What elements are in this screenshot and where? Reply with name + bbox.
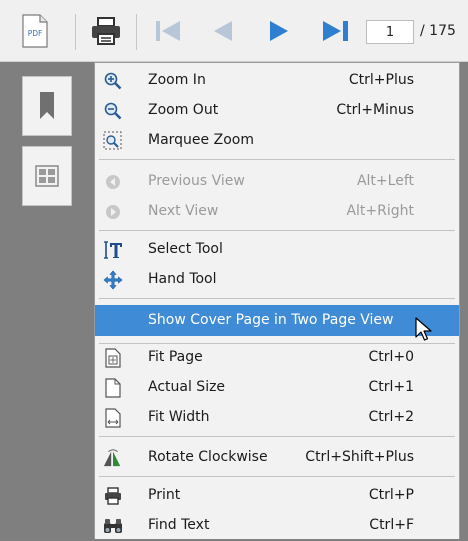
menu-item-shortcut: Alt+Left bbox=[356, 173, 414, 189]
menu-item-shortcut: Ctrl+2 bbox=[368, 409, 414, 425]
mouse-cursor-icon bbox=[415, 317, 433, 347]
previous-page-icon[interactable] bbox=[208, 10, 238, 52]
menu-item-label: Print bbox=[148, 487, 181, 503]
menu-item-shortcut: Ctrl+F bbox=[369, 517, 414, 533]
menu-item-shortcut: Ctrl+Plus bbox=[348, 72, 414, 88]
menu-item-label: Actual Size bbox=[148, 379, 226, 395]
find-text-icon bbox=[103, 517, 123, 535]
left-side-panel bbox=[0, 62, 94, 539]
zoom-in-icon bbox=[103, 72, 123, 90]
menu-item-label: Fit Width bbox=[148, 409, 210, 425]
menu-item-shortcut: Ctrl+Shift+Plus bbox=[305, 449, 414, 465]
toolbar-divider bbox=[136, 14, 137, 50]
hand-tool-icon bbox=[103, 270, 123, 290]
select-tool-icon bbox=[103, 241, 123, 259]
fit-width-icon bbox=[103, 408, 123, 428]
menu-separator bbox=[99, 476, 455, 477]
menu-item-label: Marquee Zoom bbox=[148, 132, 254, 148]
menu-item-show-cover-page[interactable]: Show Cover Page in Two Page View bbox=[95, 305, 459, 336]
bookmark-icon[interactable] bbox=[22, 76, 72, 136]
menu-item-label: Previous View bbox=[148, 173, 245, 189]
menu-item-shortcut: Ctrl+1 bbox=[368, 379, 414, 395]
page-total-label: / 175 bbox=[420, 23, 456, 39]
zoom-out-icon bbox=[103, 102, 123, 120]
menu-item-label: Next View bbox=[148, 203, 219, 219]
menu-item-shortcut: Alt+Right bbox=[346, 203, 414, 219]
menu-separator bbox=[99, 436, 455, 437]
pdf-icon-label: PDF bbox=[28, 29, 43, 38]
menu-item-rotate-clockwise[interactable]: Rotate Clockwise Ctrl+Shift+Plus bbox=[95, 443, 459, 473]
menu-item-label: Hand Tool bbox=[148, 271, 217, 287]
menu-item-label: Zoom In bbox=[148, 72, 206, 88]
fit-page-icon bbox=[103, 348, 123, 368]
first-page-icon[interactable] bbox=[150, 10, 186, 52]
menu-item-marquee-zoom[interactable]: Marquee Zoom bbox=[95, 126, 459, 156]
next-view-icon bbox=[103, 203, 123, 221]
printer-icon[interactable] bbox=[88, 10, 124, 52]
last-page-icon[interactable] bbox=[318, 10, 354, 52]
menu-item-zoom-out[interactable]: Zoom Out Ctrl+Minus bbox=[95, 96, 459, 126]
menu-item-label: Select Tool bbox=[148, 241, 223, 257]
page-number-input[interactable] bbox=[366, 20, 414, 44]
menu-separator bbox=[99, 230, 455, 231]
menu-item-shortcut: Ctrl+0 bbox=[368, 349, 414, 365]
menu-separator bbox=[99, 159, 455, 160]
view-context-menu: Zoom In Ctrl+Plus Zoom Out Ctrl+Minus Ma… bbox=[94, 62, 460, 539]
menu-item-actual-size[interactable]: Actual Size Ctrl+1 bbox=[95, 373, 459, 403]
rotate-clockwise-icon bbox=[103, 449, 123, 467]
menu-item-label: Show Cover Page in Two Page View bbox=[148, 312, 394, 328]
menu-item-print[interactable]: Print Ctrl+P bbox=[95, 481, 459, 511]
menu-item-fit-width[interactable]: Fit Width Ctrl+2 bbox=[95, 403, 459, 433]
menu-item-hand-tool[interactable]: Hand Tool bbox=[95, 265, 459, 295]
marquee-zoom-icon bbox=[103, 131, 123, 150]
menu-item-label: Find Text bbox=[148, 517, 210, 533]
menu-item-shortcut: Ctrl+P bbox=[368, 487, 414, 503]
menu-item-label: Zoom Out bbox=[148, 102, 219, 118]
menu-item-fit-page[interactable]: Fit Page Ctrl+0 bbox=[95, 343, 459, 373]
menu-item-find-text[interactable]: Find Text Ctrl+F bbox=[95, 511, 459, 541]
menu-item-shortcut: Ctrl+Minus bbox=[336, 102, 414, 118]
actual-size-icon bbox=[103, 378, 123, 398]
menu-item-label: Rotate Clockwise bbox=[148, 449, 268, 465]
toolbar: PDF / 175 bbox=[0, 0, 468, 62]
pdf-icon[interactable]: PDF bbox=[18, 10, 52, 52]
print-icon bbox=[103, 487, 123, 505]
menu-item-zoom-in[interactable]: Zoom In Ctrl+Plus bbox=[95, 66, 459, 96]
toolbar-divider bbox=[75, 14, 76, 50]
menu-item-next-view[interactable]: Next View Alt+Right bbox=[95, 197, 459, 227]
menu-item-previous-view[interactable]: Previous View Alt+Left bbox=[95, 167, 459, 197]
menu-item-label: Fit Page bbox=[148, 349, 203, 365]
menu-item-select-tool[interactable]: Select Tool bbox=[95, 235, 459, 265]
next-page-icon[interactable] bbox=[264, 10, 294, 52]
menu-separator bbox=[99, 298, 455, 299]
thumbnails-icon[interactable] bbox=[22, 146, 72, 206]
previous-view-icon bbox=[103, 173, 123, 191]
